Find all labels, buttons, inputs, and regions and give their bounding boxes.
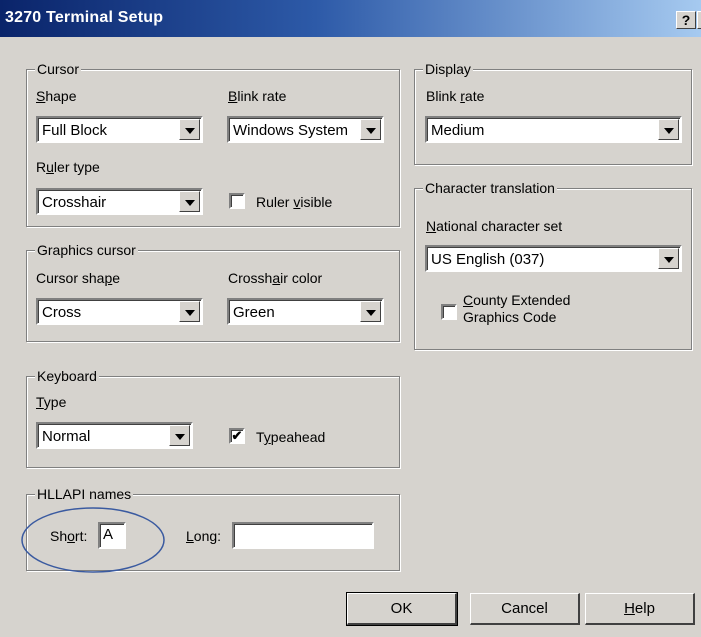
graphics-cursor-group: Graphics cursor [26,242,400,342]
cursor-blink-dropdown[interactable]: Windows System [227,116,384,143]
keyboard-type-dropdown[interactable]: Normal [36,422,193,449]
help-title-button[interactable]: ? [676,11,696,29]
chevron-down-icon[interactable] [360,119,381,140]
county-extended-graphics-checkbox[interactable] [441,304,457,320]
national-charset-label: National character set [426,218,563,234]
ruler-type-label: Ruler type [36,159,100,175]
ruler-visible-label[interactable]: Ruler visible [256,194,332,210]
typeahead-checkbox[interactable]: ✔ [229,428,245,444]
cursor-legend: Cursor [35,61,82,77]
display-blink-value: Medium [431,122,485,139]
graphics-cursor-legend: Graphics cursor [35,242,138,258]
keyboard-type-value: Normal [42,428,91,445]
cursor-shape-value: Full Block [42,122,108,139]
short-name-input[interactable]: A [98,522,126,549]
title-bar[interactable]: 3270 Terminal Setup ? X [0,0,701,37]
cursor-shape-label: Shape [36,88,77,104]
national-charset-dropdown[interactable]: US English (037) [425,245,682,272]
chevron-down-icon[interactable] [179,191,200,212]
cursor-shape-dropdown[interactable]: Full Block [36,116,203,143]
cancel-button[interactable]: Cancel [470,593,580,625]
cursor-blink-label: Blink rate [228,88,287,104]
crosshair-color-value: Green [233,304,275,321]
cursor-blink-value: Windows System [233,122,349,139]
keyboard-legend: Keyboard [35,368,99,384]
ruler-visible-checkbox[interactable] [229,193,245,209]
display-blink-dropdown[interactable]: Medium [425,116,682,143]
chevron-down-icon[interactable] [169,425,190,446]
graphics-cursor-shape-value: Cross [42,304,82,321]
national-charset-value: US English (037) [431,251,545,268]
keyboard-type-label: Type [36,394,67,410]
crosshair-color-label: Crosshair color [228,270,323,286]
graphics-cursor-shape-label: Cursor shape [36,270,121,286]
crosshair-color-dropdown[interactable]: Green [227,298,384,325]
ruler-type-dropdown[interactable]: Crosshair [36,188,203,215]
terminal-setup-dialog: 3270 Terminal Setup ? X Cursor Shape Ful… [0,0,701,637]
close-title-button[interactable]: X [697,11,701,29]
display-blink-label: Blink rate [426,88,485,104]
display-legend: Display [423,61,473,77]
chevron-down-icon[interactable] [179,301,200,322]
chevron-down-icon[interactable] [658,248,679,269]
character-translation-legend: Character translation [423,180,557,196]
long-name-input[interactable] [232,522,374,549]
chevron-down-icon[interactable] [360,301,381,322]
long-name-label: Long: [186,528,222,544]
ruler-type-value: Crosshair [42,194,107,211]
window-title: 3270 Terminal Setup [5,9,164,26]
chevron-down-icon[interactable] [658,119,679,140]
help-button[interactable]: Help [585,593,695,625]
graphics-cursor-shape-dropdown[interactable]: Cross [36,298,203,325]
check-icon: ✔ [231,428,243,443]
typeahead-label[interactable]: Typeahead [256,429,325,445]
chevron-down-icon[interactable] [179,119,200,140]
hllapi-legend: HLLAPI names [35,486,134,502]
ok-button[interactable]: OK [346,592,458,626]
county-extended-graphics-label[interactable]: County Extended Graphics Code [463,292,570,326]
short-name-label: Short: [50,528,88,544]
